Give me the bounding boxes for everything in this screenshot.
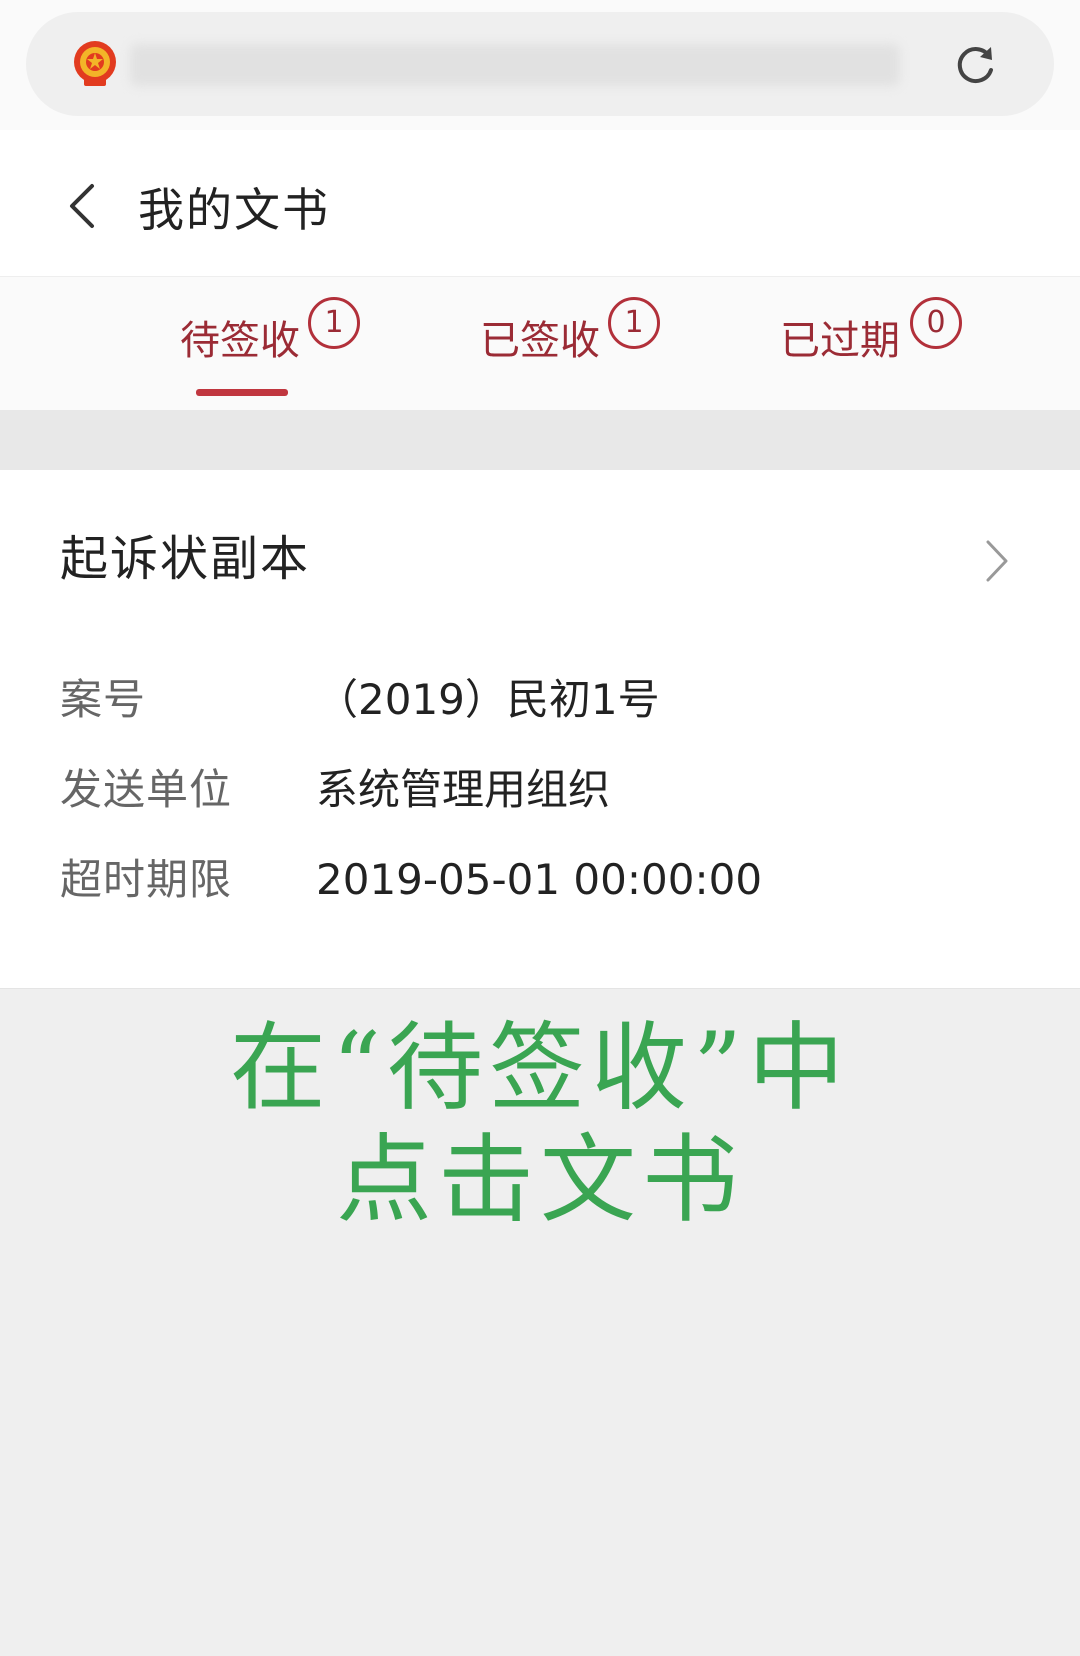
tab-pending[interactable]: 待签收 1 [180, 277, 370, 411]
national-emblem-icon [74, 41, 116, 86]
tab-count-badge: 0 [910, 297, 962, 349]
tab-label: 已过期 [780, 318, 900, 364]
field-value: 2019-05-01 00:00:00 [316, 855, 763, 904]
field-value: 系统管理用组织 [316, 765, 611, 814]
instruction-caption: 在“待签收”中 点击文书 [0, 1012, 1080, 1236]
field-sender: 发送单位 系统管理用组织 [0, 760, 1080, 830]
tab-label: 已签收 [480, 318, 600, 364]
caption-line-2: 点击文书 [336, 1124, 744, 1236]
tab-label: 待签收 [180, 318, 300, 364]
address-bar[interactable] [26, 12, 1054, 116]
tab-expired[interactable]: 已过期 0 [780, 277, 970, 411]
tab-bar: 待签收 1 已签收 1 已过期 0 [0, 276, 1080, 411]
field-deadline: 超时期限 2019-05-01 00:00:00 [0, 850, 1080, 920]
tab-count-badge: 1 [608, 297, 660, 349]
tab-count-badge: 1 [308, 297, 360, 349]
field-label: 超时期限 [60, 855, 233, 904]
reload-icon[interactable] [952, 42, 998, 88]
document-card[interactable]: 起诉状副本 案号 （2019）民初1号 发送单位 系统管理用组织 超时期限 20… [0, 470, 1080, 989]
document-title: 起诉状副本 [60, 531, 311, 587]
section-divider [0, 410, 1080, 470]
field-label: 发送单位 [60, 765, 233, 814]
browser-toolbar [0, 0, 1080, 130]
field-case-number: 案号 （2019）民初1号 [0, 670, 1080, 740]
chevron-right-icon [986, 540, 1008, 582]
caption-line-1: 在“待签收”中 [229, 1012, 851, 1124]
tab-signed[interactable]: 已签收 1 [480, 277, 670, 411]
page-title: 我的文书 [138, 183, 330, 237]
back-arrow-icon[interactable] [62, 180, 102, 232]
page-header: 我的文书 [0, 130, 1080, 276]
field-value: （2019）民初1号 [316, 675, 660, 724]
url-text-blurred[interactable] [130, 44, 900, 86]
active-tab-indicator [196, 389, 288, 396]
field-label: 案号 [60, 675, 147, 724]
